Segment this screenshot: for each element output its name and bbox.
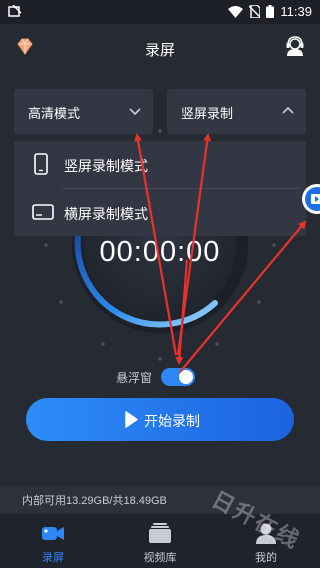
play-icon xyxy=(125,411,138,428)
tab-record-label: 录屏 xyxy=(42,551,64,564)
menu-item-landscape-label: 横屏录制模式 xyxy=(64,207,148,223)
wifi-icon xyxy=(228,5,244,18)
menu-item-portrait[interactable]: 竖屏录制模式 xyxy=(14,141,306,188)
floating-window-toggle[interactable] xyxy=(161,368,195,386)
tab-record[interactable]: 录屏 xyxy=(0,514,106,568)
floating-window-inner xyxy=(305,187,320,211)
phone-landscape-icon xyxy=(32,204,54,220)
tab-video-library-label: 视频库 xyxy=(143,551,177,564)
chevron-up-icon xyxy=(282,106,294,114)
start-recording-button[interactable]: 开始录制 xyxy=(26,398,294,441)
app-notification-icon xyxy=(8,5,22,17)
floating-window-row: 悬浮窗 xyxy=(0,368,320,388)
floating-window-handle[interactable] xyxy=(302,184,320,214)
orientation-dropdown[interactable]: 竖屏录制 xyxy=(167,89,306,134)
tab-video-library[interactable]: 视频库 xyxy=(107,514,213,568)
phone-portrait-icon xyxy=(34,153,48,175)
video-library-icon xyxy=(149,523,171,543)
quality-dropdown-label: 高清模式 xyxy=(28,107,81,122)
battery-icon xyxy=(266,5,275,18)
no-sim-icon xyxy=(249,5,261,18)
page-title: 录屏 xyxy=(144,41,175,59)
status-bar-right: 11:39 xyxy=(228,4,312,19)
quality-dropdown[interactable]: 高清模式 xyxy=(14,89,153,134)
start-recording-label: 开始录制 xyxy=(144,414,200,430)
status-bar: 11:39 xyxy=(0,0,320,24)
orientation-dropdown-label: 竖屏录制 xyxy=(181,107,234,122)
orientation-menu: 竖屏录制模式 横屏录制模式 xyxy=(14,141,306,236)
storage-text: 内部可用13.29GB/共18.49GB xyxy=(22,495,167,507)
menu-item-landscape[interactable]: 横屏录制模式 xyxy=(14,189,306,236)
customer-service-icon[interactable] xyxy=(284,35,306,57)
app-bar: 录屏 xyxy=(0,24,320,72)
video-camera-icon xyxy=(42,527,64,540)
record-play-icon xyxy=(311,194,320,204)
recording-timer: 00:00:00 xyxy=(99,236,221,268)
toggle-knob xyxy=(179,370,193,384)
chevron-down-icon xyxy=(129,108,141,116)
status-time: 11:39 xyxy=(280,4,312,19)
menu-item-portrait-label: 竖屏录制模式 xyxy=(64,159,148,175)
floating-window-label: 悬浮窗 xyxy=(116,371,153,385)
